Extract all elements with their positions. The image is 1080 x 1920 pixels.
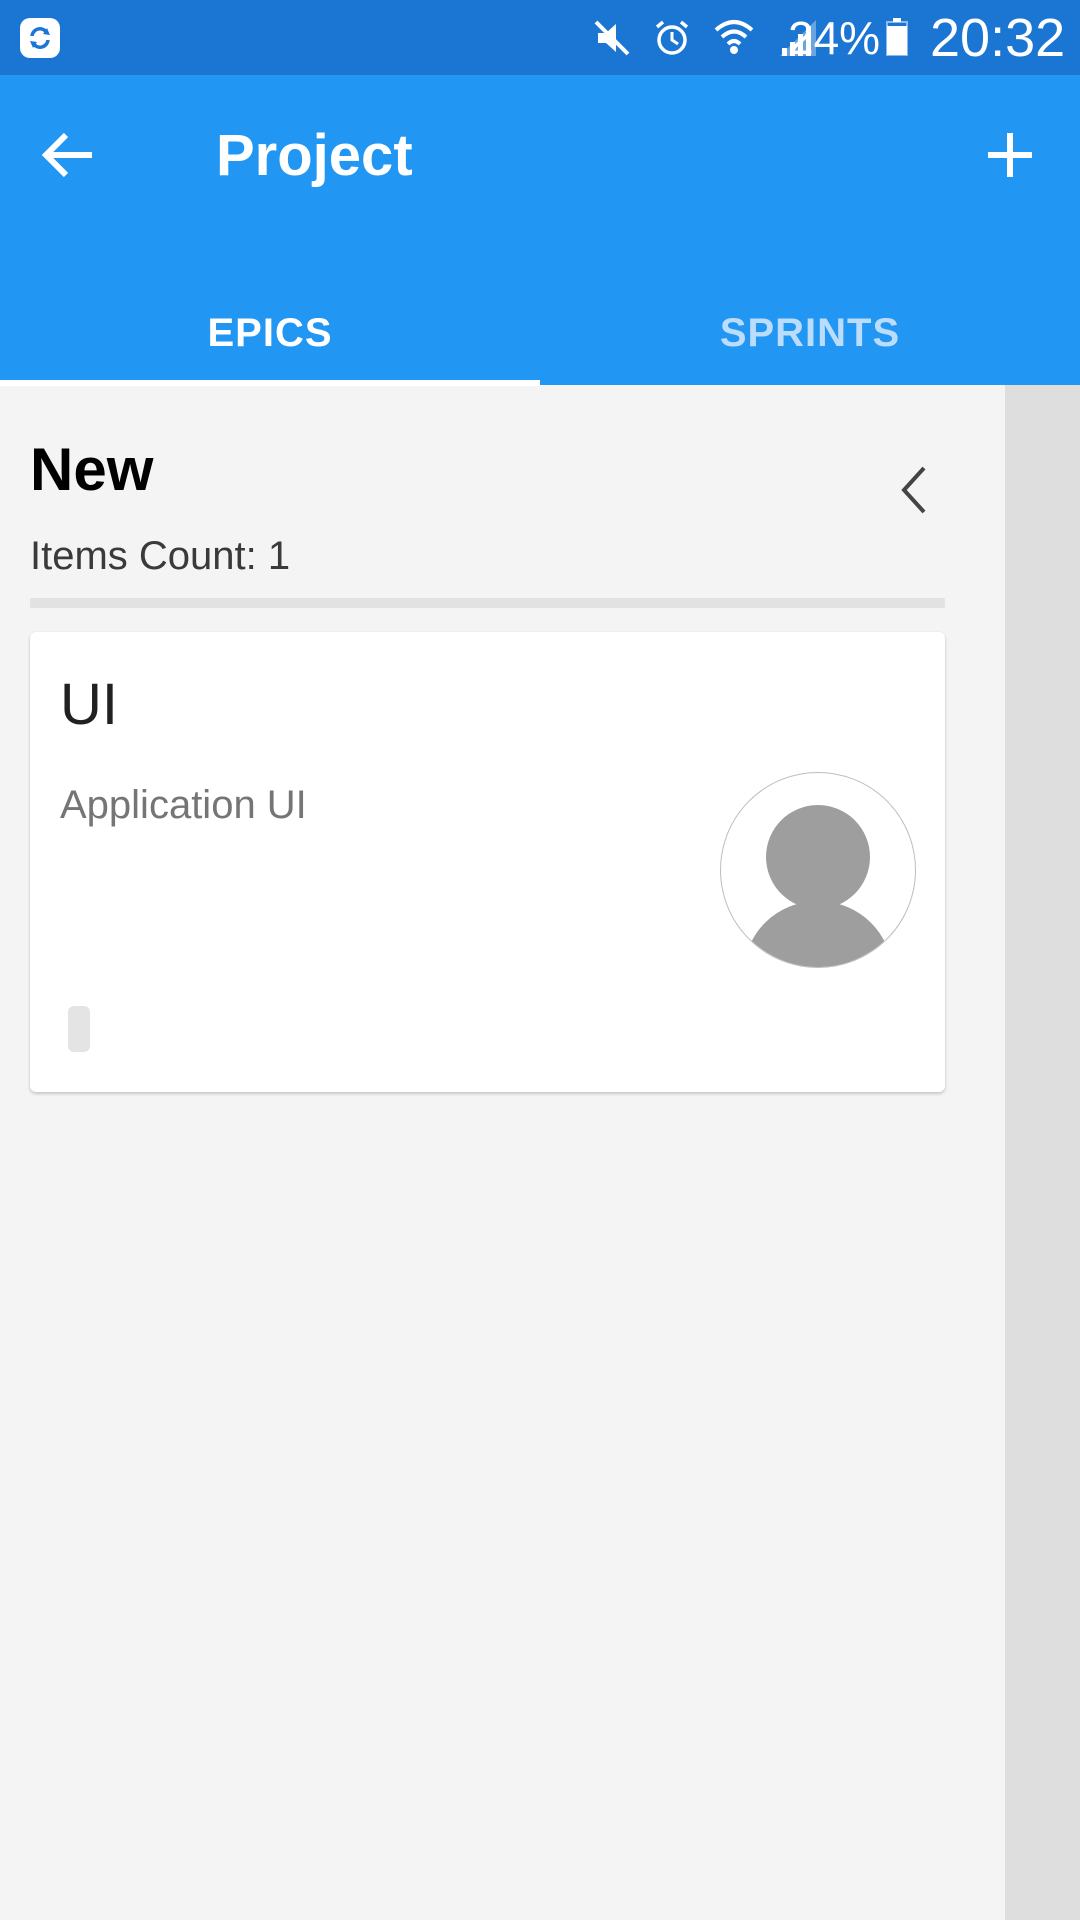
- tab-bar: EPICS SPRINTS: [0, 275, 1080, 385]
- chevron-left-icon: [901, 466, 926, 514]
- mute-icon: [594, 20, 630, 56]
- items-count: Items Count: 1: [30, 534, 291, 578]
- battery-percentage: 24%: [788, 12, 881, 64]
- column-divider: [30, 598, 945, 608]
- plus-icon: [988, 133, 1032, 177]
- add-button[interactable]: [970, 115, 1050, 195]
- page-title: Project: [216, 123, 413, 188]
- column-title: New: [30, 436, 154, 503]
- alarm-icon: [655, 20, 689, 55]
- tab-sprints[interactable]: SPRINTS: [540, 275, 1080, 385]
- card-description: Application UI: [60, 783, 307, 827]
- tab-indicator: [0, 380, 540, 386]
- tab-epics[interactable]: EPICS: [0, 275, 540, 385]
- clock: 20:32: [930, 8, 1066, 68]
- epic-card[interactable]: UI Application UI: [30, 632, 945, 1092]
- card-title: UI: [60, 672, 118, 737]
- back-button[interactable]: [30, 115, 110, 195]
- arrow-left-icon: [41, 132, 92, 178]
- sync-app-icon: [20, 18, 60, 58]
- battery-icon: [886, 18, 908, 56]
- next-column-edge[interactable]: [1005, 385, 1080, 1920]
- avatar[interactable]: [720, 772, 916, 968]
- app-bar: Project EPICS SPRINTS: [0, 75, 1080, 386]
- status-bar: 24% 20:32: [0, 0, 1080, 75]
- wifi-icon: [714, 20, 754, 54]
- collapse-column-button[interactable]: [880, 460, 952, 520]
- status-icons: [592, 14, 820, 62]
- default-avatar-icon: [744, 805, 892, 967]
- tag-chip: [68, 1006, 90, 1052]
